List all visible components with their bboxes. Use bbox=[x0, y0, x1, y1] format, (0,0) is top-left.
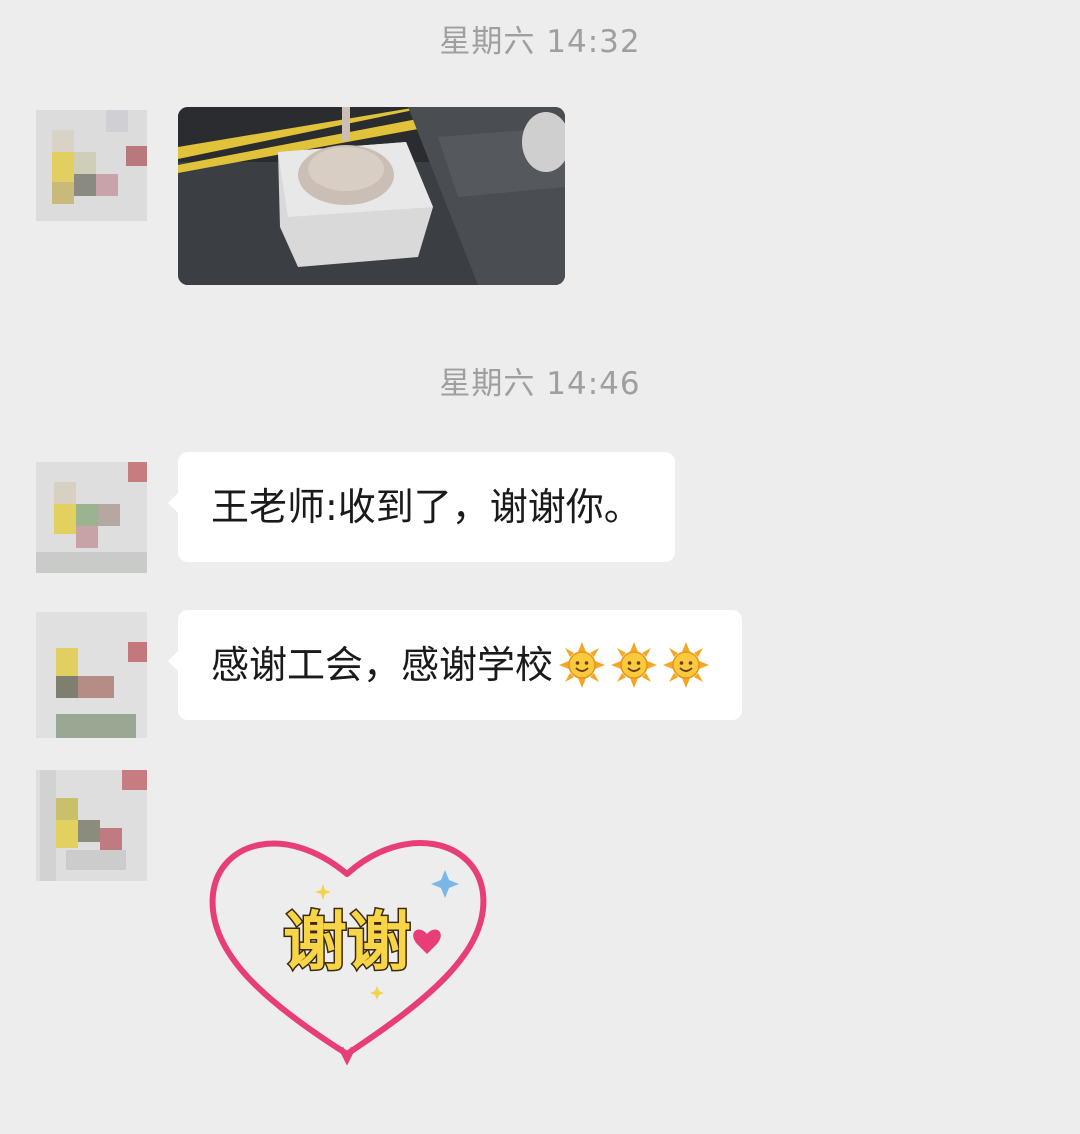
sun-emoji bbox=[559, 642, 606, 688]
heart-icon: 谢谢 bbox=[209, 840, 487, 1066]
message-bubble[interactable]: 感谢工会，感谢学校 bbox=[167, 610, 743, 720]
message-text: 王老师:收到了，谢谢你。 bbox=[211, 485, 642, 529]
sun-emoji bbox=[611, 642, 658, 688]
photo-package-icon bbox=[178, 107, 565, 285]
sticker-text: 谢谢 bbox=[283, 906, 411, 980]
avatar[interactable] bbox=[36, 612, 147, 738]
thanks-sticker[interactable]: 谢谢 bbox=[205, 822, 490, 1072]
avatar[interactable] bbox=[36, 110, 147, 221]
image-message[interactable] bbox=[178, 107, 565, 285]
avatar[interactable] bbox=[36, 462, 147, 573]
sun-emoji bbox=[663, 642, 710, 688]
message-text: 感谢工会，感谢学校 bbox=[211, 643, 554, 687]
timestamp: 星期六 14:32 bbox=[439, 24, 641, 60]
timestamp: 星期六 14:46 bbox=[439, 366, 641, 402]
message-bubble[interactable]: 王老师:收到了，谢谢你。 bbox=[168, 452, 675, 562]
avatar[interactable] bbox=[36, 770, 147, 881]
